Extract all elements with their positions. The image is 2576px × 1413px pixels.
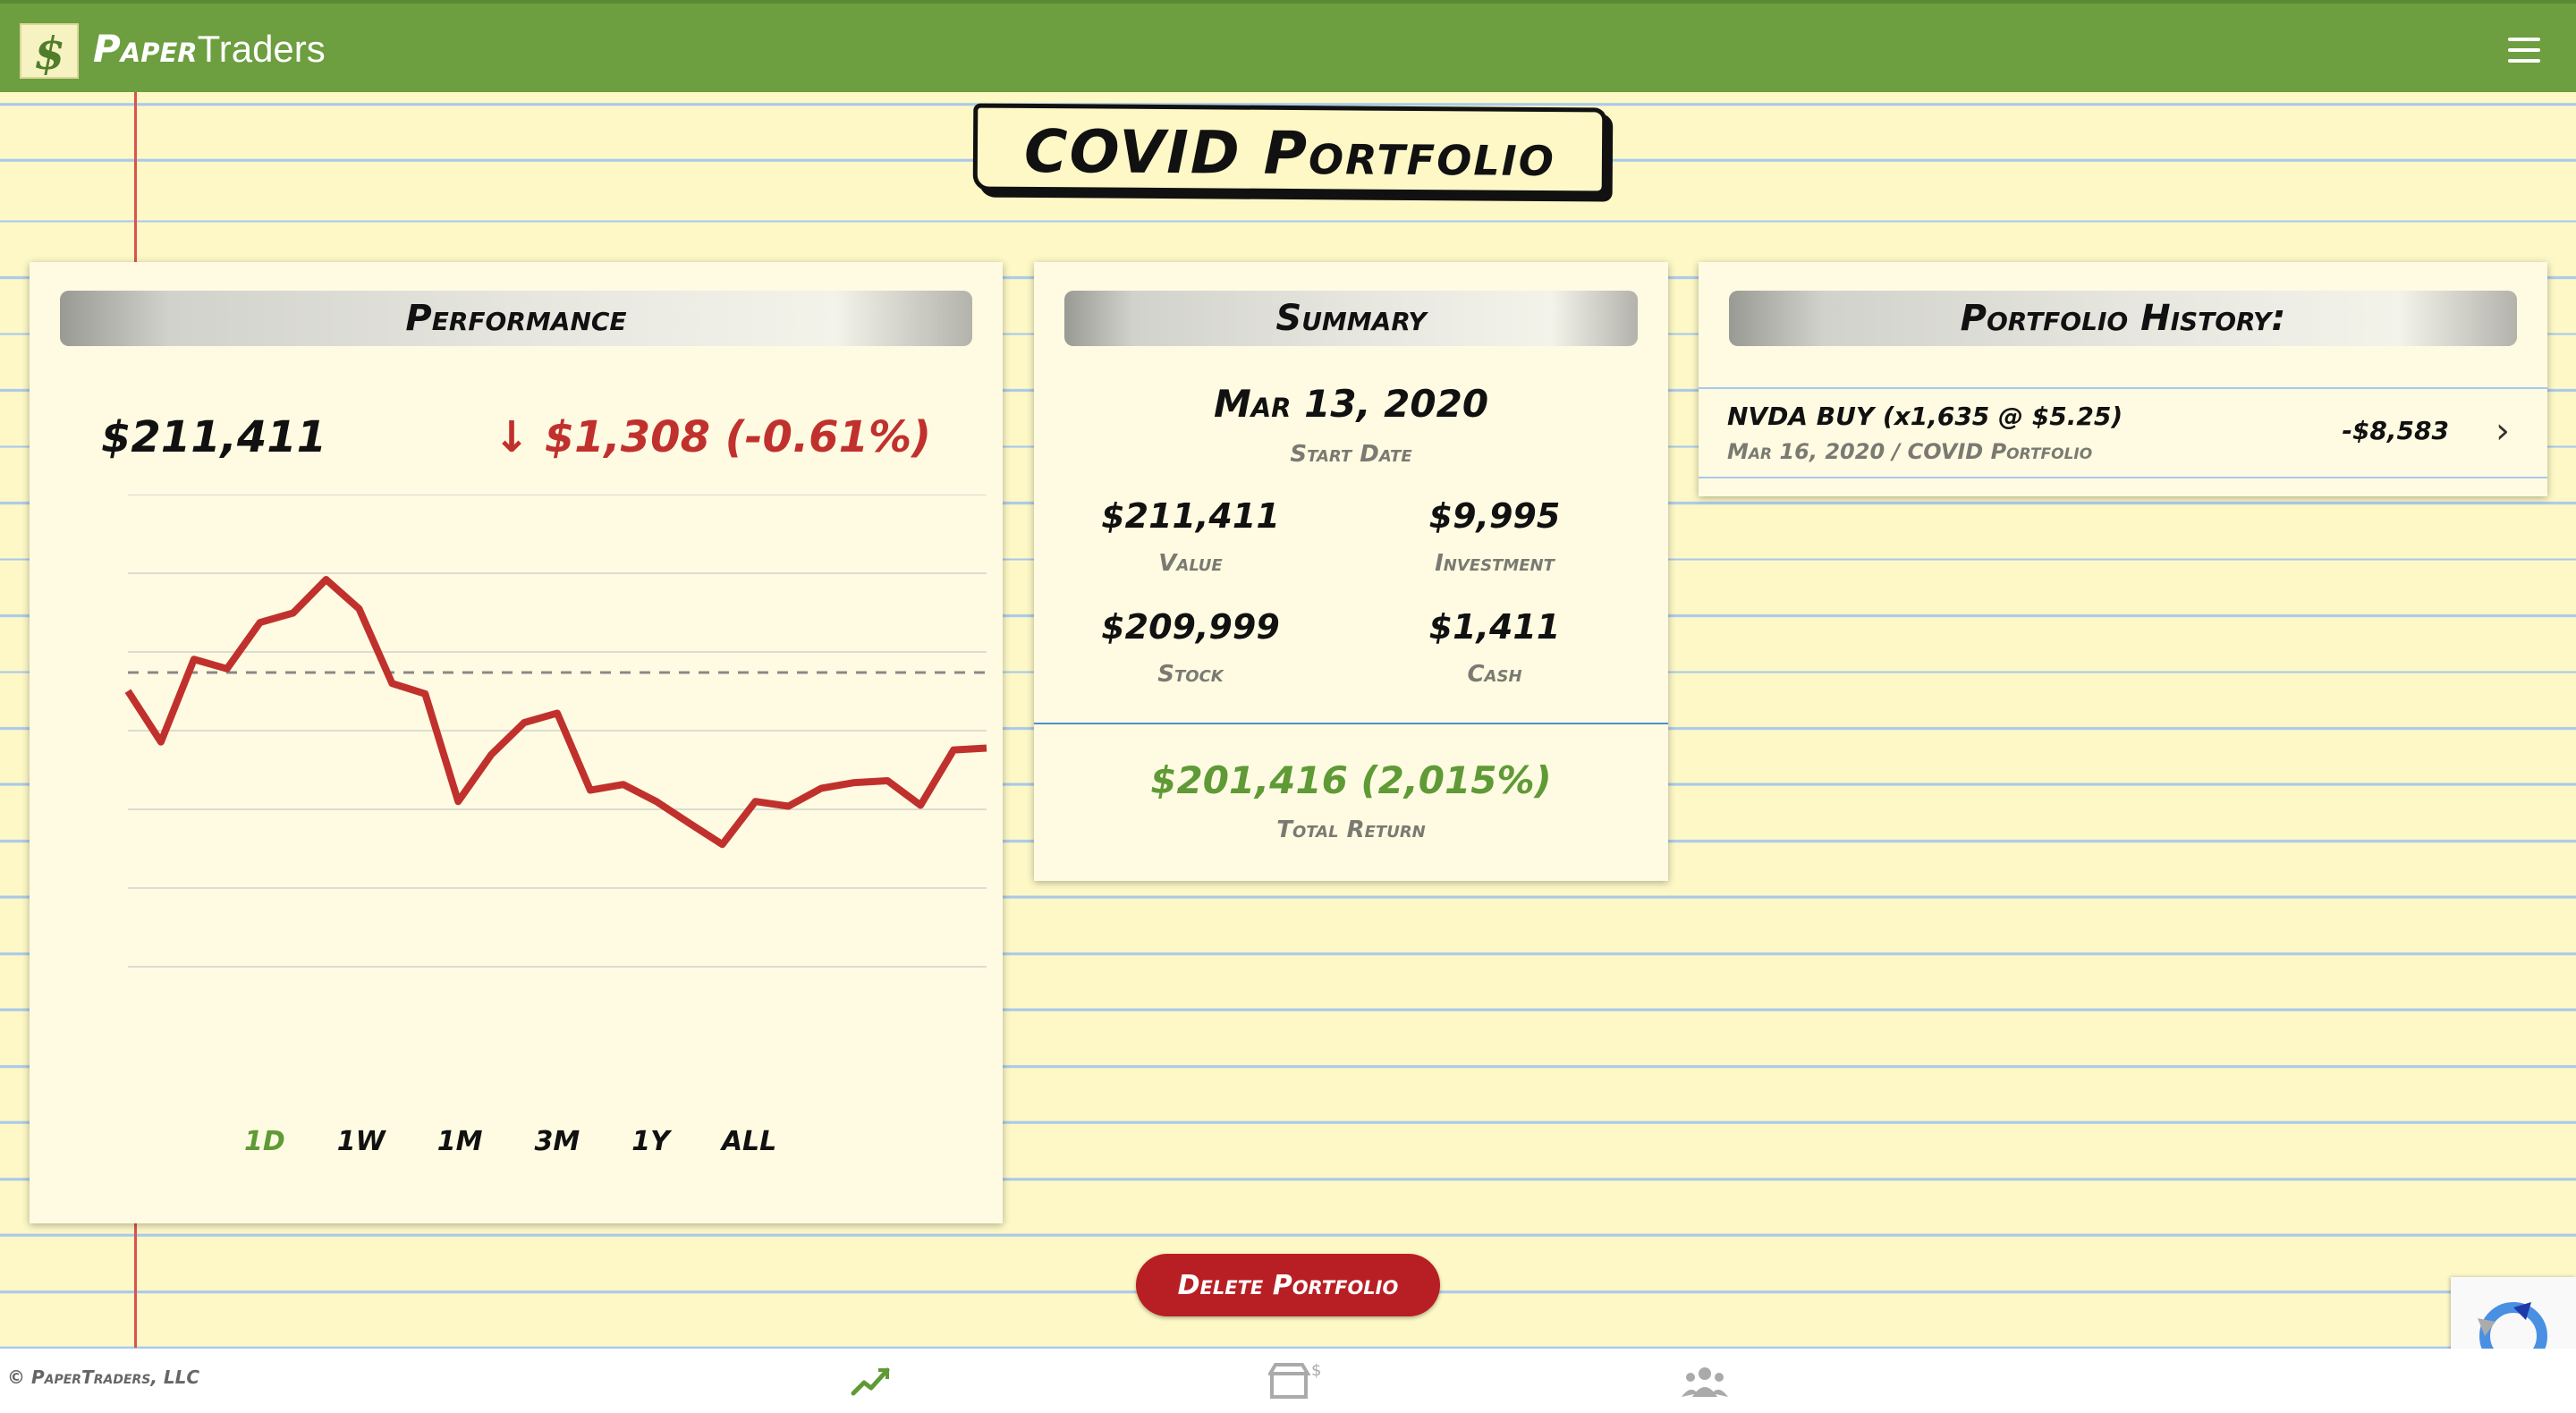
history-item-subtitle: Mar 16, 2020 / COVID Portfolio bbox=[1727, 439, 2093, 464]
brand-part1: Paper bbox=[93, 27, 198, 71]
top-navbar: $ PaperTraders bbox=[0, 0, 2576, 92]
range-tab-all[interactable]: ALL bbox=[722, 1126, 776, 1157]
summary-card: Summary Mar 13, 2020 Start Date $211,411… bbox=[1034, 262, 1668, 881]
performance-card: Performance $211,411 ↓ $1,308 (-0.61%) 1… bbox=[30, 262, 1003, 1223]
history-divider-bottom bbox=[1699, 477, 2547, 478]
total-return-label: Total Return bbox=[1276, 816, 1426, 843]
summary-value-label: Value bbox=[1158, 550, 1223, 577]
portfolio-change: ↓ $1,308 (-0.61%) bbox=[493, 412, 931, 462]
delete-portfolio-button[interactable]: Delete Portfolio bbox=[1136, 1254, 1440, 1316]
summary-divider bbox=[1034, 723, 1668, 724]
store-icon[interactable]: $ bbox=[1268, 1361, 1326, 1400]
summary-header: Summary bbox=[1064, 291, 1638, 346]
summary-investment: $9,995 bbox=[1428, 496, 1561, 536]
history-item-amount: -$8,583 bbox=[2342, 416, 2449, 445]
history-item[interactable]: NVDA BUY (x1,635 @ $5.25) Mar 16, 2020 /… bbox=[1699, 389, 2547, 478]
brand-name[interactable]: PaperTraders bbox=[93, 27, 326, 71]
start-date-label: Start Date bbox=[1290, 441, 1412, 468]
brand-part2: Traders bbox=[197, 28, 326, 70]
history-header: Portfolio History: bbox=[1729, 291, 2517, 346]
summary-stock-label: Stock bbox=[1157, 661, 1224, 688]
page-title: COVID Portfolio bbox=[1023, 116, 1556, 190]
menu-icon[interactable] bbox=[2508, 38, 2540, 63]
portfolio-value: $211,411 bbox=[101, 412, 327, 462]
summary-value: $211,411 bbox=[1101, 496, 1280, 536]
range-tab-3m[interactable]: 3M bbox=[534, 1126, 580, 1157]
range-tab-1d[interactable]: 1D bbox=[244, 1126, 285, 1157]
summary-investment-label: Investment bbox=[1435, 550, 1555, 577]
start-date: Mar 13, 2020 bbox=[1213, 382, 1489, 426]
chevron-right-icon[interactable]: › bbox=[2496, 410, 2510, 452]
range-tab-1y[interactable]: 1Y bbox=[631, 1126, 670, 1157]
portfolio-history-card: Portfolio History: NVDA BUY (x1,635 @ $5… bbox=[1699, 262, 2547, 496]
performance-header: Performance bbox=[60, 291, 972, 346]
trend-icon[interactable] bbox=[850, 1361, 893, 1400]
logo-icon[interactable]: $ bbox=[20, 23, 79, 80]
svg-text:$: $ bbox=[1311, 1361, 1321, 1380]
footer-copyright: © PaperTraders, LLC bbox=[7, 1366, 200, 1388]
history-item-title: NVDA BUY (x1,635 @ $5.25) bbox=[1727, 402, 2123, 431]
range-tab-1w[interactable]: 1W bbox=[337, 1126, 386, 1157]
summary-cash-label: Cash bbox=[1467, 661, 1522, 688]
range-tabs: 1D 1W 1M 3M 1Y ALL bbox=[244, 1126, 828, 1157]
range-tab-1m[interactable]: 1M bbox=[437, 1126, 483, 1157]
summary-stock: $209,999 bbox=[1101, 607, 1280, 647]
footer-bar: © PaperTraders, LLC $ bbox=[0, 1349, 2576, 1413]
summary-cash: $1,411 bbox=[1428, 607, 1561, 647]
total-return: $201,416 (2,015%) bbox=[1150, 758, 1552, 802]
page-title-box: COVID Portfolio bbox=[972, 103, 1607, 196]
performance-chart[interactable] bbox=[94, 495, 988, 995]
chart-series-line bbox=[124, 576, 987, 849]
users-icon[interactable] bbox=[1682, 1361, 1728, 1400]
